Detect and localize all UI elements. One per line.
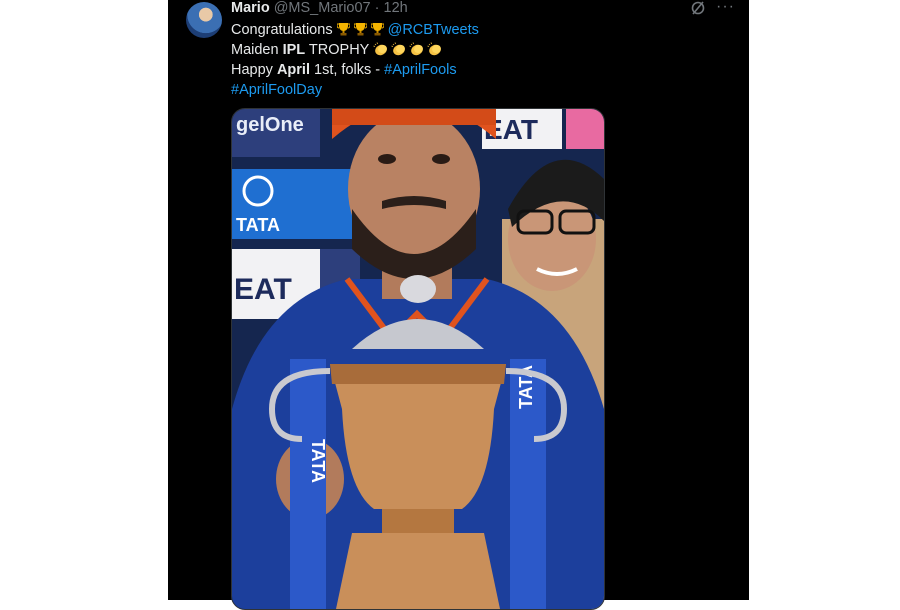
clap-emoji <box>409 42 424 56</box>
hashtag-aprilfoolday[interactable]: #AprilFoolDay <box>231 82 322 98</box>
trophy-emoji <box>353 23 367 36</box>
line3-middle: 1st, folks - <box>309 62 385 78</box>
header-separator: · <box>374 0 380 16</box>
line2-suffix: TROPHY <box>305 42 374 58</box>
line2-bold: IPL <box>282 42 306 58</box>
clap-emoji <box>427 42 442 56</box>
trophy-emoji <box>336 23 350 36</box>
more-icon[interactable]: ··· <box>716 0 735 16</box>
avatar[interactable] <box>186 2 222 38</box>
line3-bold: April <box>276 62 310 78</box>
banner-logo-1: gelOne <box>236 114 304 136</box>
tweet-line-2: Maiden IPL TROPHY <box>231 40 731 60</box>
clap-emoji <box>391 42 406 56</box>
grok-icon[interactable] <box>690 0 706 16</box>
line1-text: Congratulations <box>231 22 337 38</box>
line2-prefix: Maiden <box>231 42 283 58</box>
banner-logo-2-bottom: EAT <box>234 273 292 306</box>
tweet-line-1: Congratulations @RCBTweets <box>231 20 731 40</box>
hashtag-aprilfools[interactable]: #AprilFools <box>384 62 457 78</box>
author-name[interactable]: Mario <box>231 0 270 16</box>
author-handle[interactable]: @MS_Mario07 <box>274 0 371 16</box>
banner-tata: TATA <box>236 215 280 235</box>
tweet-media-image[interactable]: gelOne EAT TATA EAT TATA TATA <box>231 108 605 610</box>
tweet-header: Mario @MS_Mario07 · 12h <box>231 0 408 18</box>
rcb-mention-link[interactable]: @RCBTweets <box>388 22 479 38</box>
tweet-line-4: #AprilFoolDay <box>231 80 731 100</box>
media-photo: gelOne EAT TATA EAT TATA TATA <box>232 109 604 609</box>
line3-prefix: Happy <box>231 62 277 78</box>
tweet-text: Congratulations @RCBTweets Maiden IPL TR… <box>231 20 731 100</box>
tweet-timestamp[interactable]: 12h <box>384 0 408 16</box>
clap-emoji <box>373 42 388 56</box>
tweet-line-3: Happy April 1st, folks - #AprilFools <box>231 60 731 80</box>
ribbon-left-text: TATA <box>308 439 328 483</box>
trophy-emoji <box>370 23 384 36</box>
